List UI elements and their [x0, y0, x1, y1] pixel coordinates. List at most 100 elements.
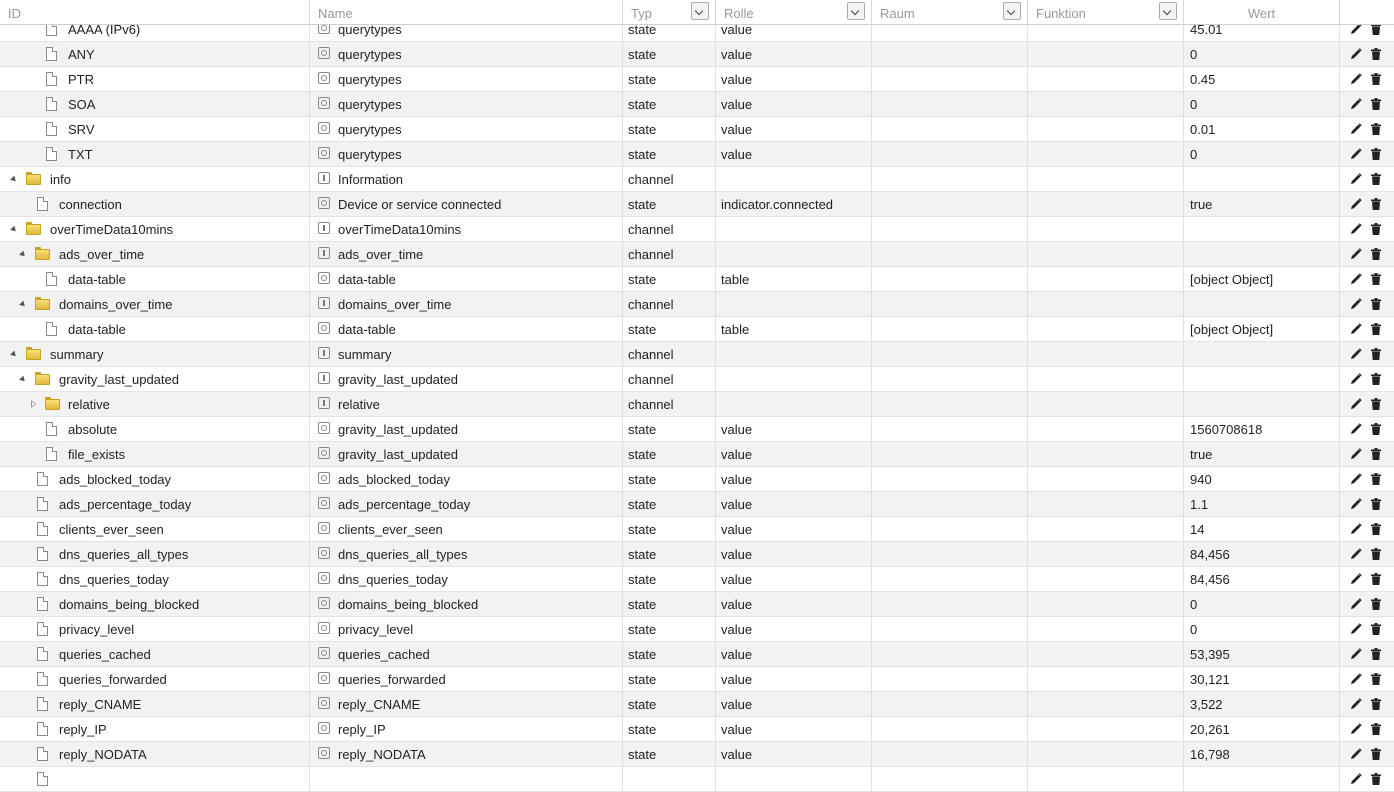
cell-wert[interactable]: 0	[1184, 617, 1340, 642]
cell-name[interactable]: overTimeData10mins	[310, 217, 623, 242]
expand-toggle-icon[interactable]	[10, 175, 18, 184]
trash-icon[interactable]	[1371, 523, 1381, 535]
funktion-filter-dropdown[interactable]	[1159, 2, 1177, 20]
table-row[interactable]: domains_being_blocked domains_being_block…	[0, 592, 1394, 617]
trash-icon[interactable]	[1371, 148, 1381, 160]
column-header-wert[interactable]: Wert	[1184, 0, 1340, 25]
pencil-icon[interactable]	[1350, 573, 1362, 585]
cell-funktion[interactable]	[1028, 67, 1184, 92]
cell-raum[interactable]	[872, 567, 1028, 592]
table-row[interactable]: ads_percentage_today ads_percentage_today…	[0, 492, 1394, 517]
table-row[interactable]: overTimeData10mins overTimeData10mins chan…	[0, 217, 1394, 242]
table-row[interactable]: ANY querytypes state value 0	[0, 42, 1394, 67]
cell-raum[interactable]	[872, 417, 1028, 442]
table-row[interactable]: reply_CNAME reply_CNAME state value 3,522	[0, 692, 1394, 717]
cell-wert[interactable]: true	[1184, 192, 1340, 217]
table-row[interactable]: summary summary channel	[0, 342, 1394, 367]
pencil-icon[interactable]	[1350, 48, 1362, 60]
trash-icon[interactable]	[1371, 198, 1381, 210]
trash-icon[interactable]	[1371, 273, 1381, 285]
cell-id[interactable]: info	[0, 167, 310, 192]
cell-funktion[interactable]	[1028, 467, 1184, 492]
cell-id[interactable]: summary	[0, 342, 310, 367]
cell-wert[interactable]: 0	[1184, 92, 1340, 117]
cell-name[interactable]: queries_forwarded	[310, 667, 623, 692]
trash-icon[interactable]	[1371, 573, 1381, 585]
cell-id[interactable]: dns_queries_all_types	[0, 542, 310, 567]
cell-funktion[interactable]	[1028, 167, 1184, 192]
cell-id[interactable]	[0, 767, 310, 792]
trash-icon[interactable]	[1371, 223, 1381, 235]
trash-icon[interactable]	[1371, 248, 1381, 260]
cell-wert[interactable]	[1184, 217, 1340, 242]
cell-raum[interactable]	[872, 542, 1028, 567]
cell-funktion[interactable]	[1028, 267, 1184, 292]
pencil-icon[interactable]	[1350, 623, 1362, 635]
cell-name[interactable]: privacy_level	[310, 617, 623, 642]
cell-id[interactable]: ads_blocked_today	[0, 467, 310, 492]
pencil-icon[interactable]	[1350, 373, 1362, 385]
trash-icon[interactable]	[1371, 298, 1381, 310]
pencil-icon[interactable]	[1350, 323, 1362, 335]
pencil-icon[interactable]	[1350, 173, 1362, 185]
pencil-icon[interactable]	[1350, 748, 1362, 760]
cell-name[interactable]: querytypes	[310, 67, 623, 92]
cell-raum[interactable]	[872, 342, 1028, 367]
cell-funktion[interactable]	[1028, 517, 1184, 542]
cell-raum[interactable]	[872, 167, 1028, 192]
cell-name[interactable]: gravity_last_updated	[310, 367, 623, 392]
table-row[interactable]: ads_over_time ads_over_time channel	[0, 242, 1394, 267]
cell-wert[interactable]: true	[1184, 442, 1340, 467]
pencil-icon[interactable]	[1350, 73, 1362, 85]
cell-funktion[interactable]	[1028, 292, 1184, 317]
cell-funktion[interactable]	[1028, 492, 1184, 517]
cell-name[interactable]: querytypes	[310, 142, 623, 167]
expand-toggle-icon[interactable]	[19, 250, 27, 259]
column-header-name[interactable]: Name	[310, 0, 623, 25]
cell-id[interactable]: privacy_level	[0, 617, 310, 642]
cell-funktion[interactable]	[1028, 742, 1184, 767]
cell-id[interactable]: file_exists	[0, 442, 310, 467]
trash-icon[interactable]	[1371, 673, 1381, 685]
cell-name[interactable]: reply_IP	[310, 717, 623, 742]
table-row[interactable]: relative relative channel	[0, 392, 1394, 417]
cell-funktion[interactable]	[1028, 217, 1184, 242]
trash-icon[interactable]	[1371, 648, 1381, 660]
trash-icon[interactable]	[1371, 773, 1381, 785]
pencil-icon[interactable]	[1350, 398, 1362, 410]
cell-id[interactable]: gravity_last_updated	[0, 367, 310, 392]
cell-raum[interactable]	[872, 192, 1028, 217]
cell-funktion[interactable]	[1028, 342, 1184, 367]
cell-raum[interactable]	[872, 642, 1028, 667]
pencil-icon[interactable]	[1350, 298, 1362, 310]
cell-id[interactable]: data-table	[0, 317, 310, 342]
pencil-icon[interactable]	[1350, 348, 1362, 360]
cell-funktion[interactable]	[1028, 667, 1184, 692]
cell-name[interactable]: dns_queries_today	[310, 567, 623, 592]
pencil-icon[interactable]	[1350, 673, 1362, 685]
cell-raum[interactable]	[872, 92, 1028, 117]
cell-name[interactable]: relative	[310, 392, 623, 417]
cell-id[interactable]: queries_forwarded	[0, 667, 310, 692]
column-header-typ[interactable]: Typ	[623, 0, 716, 25]
cell-wert[interactable]: 3,522	[1184, 692, 1340, 717]
pencil-icon[interactable]	[1350, 473, 1362, 485]
cell-name[interactable]: ads_blocked_today	[310, 467, 623, 492]
cell-wert[interactable]: 0	[1184, 142, 1340, 167]
column-header-rolle[interactable]: Rolle	[716, 0, 872, 25]
cell-raum[interactable]	[872, 717, 1028, 742]
cell-name[interactable]: reply_NODATA	[310, 742, 623, 767]
raum-filter-dropdown[interactable]	[1003, 2, 1021, 20]
cell-wert[interactable]: 30,121	[1184, 667, 1340, 692]
cell-raum[interactable]	[872, 592, 1028, 617]
rolle-filter-dropdown[interactable]	[847, 2, 865, 20]
cell-raum[interactable]	[872, 767, 1028, 792]
cell-funktion[interactable]	[1028, 542, 1184, 567]
cell-id[interactable]: PTR	[0, 67, 310, 92]
table-row[interactable]: SOA querytypes state value 0	[0, 92, 1394, 117]
expand-toggle-icon[interactable]	[19, 300, 27, 309]
cell-raum[interactable]	[872, 692, 1028, 717]
cell-name[interactable]: ads_over_time	[310, 242, 623, 267]
cell-name[interactable]: clients_ever_seen	[310, 517, 623, 542]
cell-funktion[interactable]	[1028, 42, 1184, 67]
